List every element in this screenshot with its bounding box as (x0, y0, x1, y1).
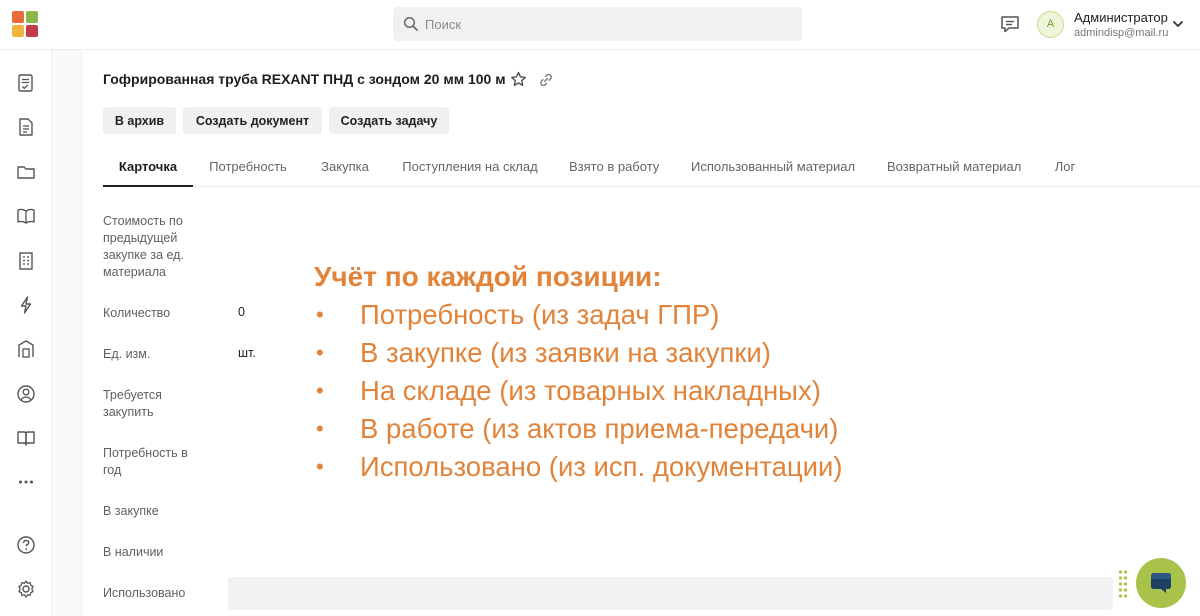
annotation-item-text: На складе (из товарных накладных) (360, 375, 821, 406)
bullet: • (316, 378, 324, 403)
field-label-in-stock: В наличии (103, 545, 164, 559)
tab-purchase[interactable]: Закупка (319, 150, 371, 187)
create-document-button[interactable]: Создать документ (183, 107, 322, 134)
list-item: • Использовано (из исп. документации) (314, 448, 914, 486)
bullet: • (316, 416, 324, 441)
settings-icon (18, 580, 34, 598)
top-bar: A Администратор admindisp@mail.ru (0, 0, 1200, 50)
tab-log[interactable]: Лог (1053, 150, 1077, 187)
list-item: • В работе (из актов приема-передачи) (314, 410, 914, 448)
user-email: admindisp@mail.ru (1074, 27, 1169, 39)
field-label-quantity: Количество (103, 306, 171, 320)
warehouse-icon (18, 340, 34, 358)
chevron-down-icon[interactable] (1172, 18, 1184, 30)
list-item: • На складе (из товарных накладных) (314, 372, 914, 410)
more-icon (19, 480, 33, 484)
tab-bar: Карточка Потребность Закупка Поступления… (103, 150, 1200, 187)
chat-bubble-icon (1151, 573, 1171, 593)
tab-demand[interactable]: Потребность (207, 150, 289, 187)
star-icon[interactable] (510, 71, 527, 88)
bullet: • (316, 454, 324, 479)
app-logo[interactable] (12, 11, 39, 38)
sidebar-item-tasks[interactable] (15, 72, 37, 94)
sidebar-item-users[interactable] (15, 383, 37, 405)
annotation-item-text: Потребность (из задач ГПР) (360, 299, 720, 330)
list-item: • В закупке (из заявки на закупки) (314, 334, 914, 372)
search-box[interactable] (393, 7, 802, 41)
folder-icon (17, 166, 35, 179)
tab-used-material[interactable]: Использованный материал (691, 150, 855, 187)
sidebar (0, 50, 52, 616)
search-icon (403, 16, 418, 31)
secondary-panel (52, 50, 82, 616)
annotation-title: Учёт по каждой позиции: (314, 261, 662, 292)
annotation-item-text: Использовано (из исп. документации) (360, 451, 843, 482)
sidebar-item-settings[interactable] (15, 578, 37, 600)
field-label-annual-demand: Потребность в год (103, 446, 188, 477)
tab-taken-to-work[interactable]: Взято в работу (569, 150, 659, 187)
sidebar-item-warehouse[interactable] (15, 338, 37, 360)
user-circle-icon (17, 385, 35, 403)
page-title: Гофрированная труба REXANT ПНД с зондом … (103, 71, 506, 87)
search-input[interactable] (425, 7, 795, 41)
tab-warehouse-receipts[interactable]: Поступления на склад (402, 150, 538, 187)
bullet: • (316, 302, 324, 327)
annotation-overlay: Учёт по каждой позиции: • Потребность (из… (314, 260, 914, 486)
field-label-unit: Ед. изм. (103, 347, 151, 361)
used-value-field (228, 577, 1113, 610)
create-task-button[interactable]: Создать задачу (329, 107, 449, 134)
field-value-unit: шт. (238, 346, 256, 360)
sidebar-item-more[interactable] (15, 471, 37, 493)
annotation-list: • Потребность (из задач ГПР) • В закупке (… (314, 296, 914, 486)
field-label-in-purchase: В закупке (103, 504, 159, 518)
sidebar-item-activity[interactable] (15, 294, 37, 316)
building-icon (19, 252, 33, 270)
list-item: • Потребность (из задач ГПР) (314, 296, 914, 334)
help-icon (17, 536, 35, 554)
field-label-used: Использовано (103, 586, 186, 600)
lightning-icon (20, 296, 32, 314)
sidebar-item-help[interactable] (15, 534, 37, 556)
book-open-icon (17, 208, 35, 224)
checklist-icon (18, 74, 33, 92)
archive-button[interactable]: В архив (103, 107, 176, 134)
annotation-item-text: В работе (из актов приема-передачи) (360, 413, 839, 444)
field-value-quantity: 0 (238, 305, 245, 319)
user-name[interactable]: Администратор (1074, 10, 1168, 25)
sidebar-item-objects[interactable] (15, 250, 37, 272)
link-icon[interactable] (538, 72, 554, 88)
sidebar-item-guides[interactable] (15, 427, 37, 449)
avatar[interactable]: A (1037, 11, 1064, 38)
sidebar-item-documents[interactable] (15, 116, 37, 138)
support-chat-button[interactable] (1136, 558, 1186, 608)
field-label-prev-cost: Стоимость по предыдущей закупке за ед. м… (103, 214, 184, 279)
field-label-to-purchase: Требуется закупить (103, 388, 162, 419)
tab-returned-material[interactable]: Возвратный материал (887, 150, 1021, 187)
drag-handle-icon[interactable] (1118, 569, 1128, 599)
book-icon (17, 431, 35, 446)
tab-card[interactable]: Карточка (103, 150, 193, 187)
document-icon (19, 118, 33, 136)
bullet: • (316, 340, 324, 365)
sidebar-item-folders[interactable] (15, 161, 37, 183)
sidebar-item-library[interactable] (15, 205, 37, 227)
annotation-item-text: В закупке (из заявки на закупки) (360, 337, 771, 368)
messages-icon[interactable] (999, 13, 1021, 35)
